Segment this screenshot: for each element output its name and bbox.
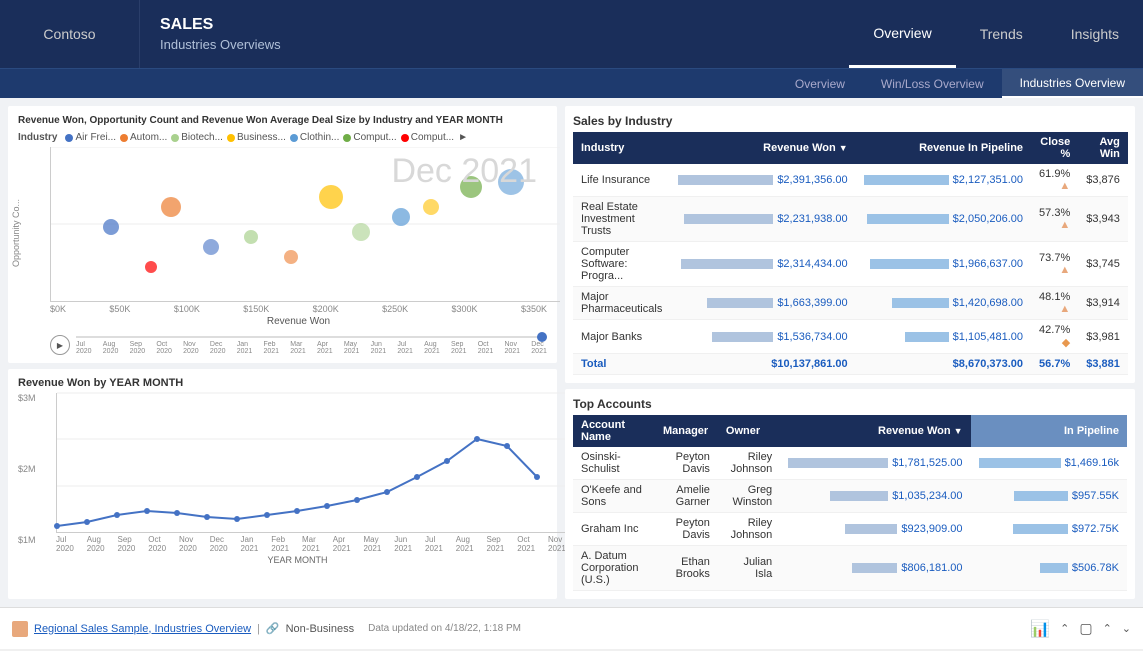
col-industry: Industry	[573, 132, 670, 164]
header: Contoso SALES Industries Overviews Overv…	[0, 0, 1143, 98]
logo-text: Contoso	[43, 26, 95, 42]
nav-insights[interactable]: Insights	[1047, 0, 1143, 68]
page-subtitle: Industries Overviews	[160, 37, 281, 52]
account-row: A. Datum Corporation (U.S.) Ethan Brooks…	[573, 546, 1127, 591]
footer: Regional Sales Sample, Industries Overvi…	[0, 607, 1143, 649]
industry-row: Computer Software: Progra... $2,314,434.…	[573, 242, 1128, 287]
footer-icon	[12, 621, 28, 637]
account-row: Osinski-Schulist Peyton Davis Riley John…	[573, 447, 1127, 480]
chart-icon[interactable]: 📊	[1030, 619, 1050, 639]
footer-updated: Data updated on 4/18/22, 1:18 PM	[368, 623, 521, 634]
legend-item-0: Air Frei...	[65, 132, 116, 143]
scatter-title: Revenue Won, Opportunity Count and Reven…	[18, 114, 547, 128]
col-owner: Owner	[718, 415, 780, 447]
subnav-winloss[interactable]: Win/Loss Overview	[863, 69, 1002, 98]
footer-meta-block: Data updated on 4/18/22, 1:18 PM	[368, 623, 521, 634]
subnav: Overview Win/Loss Overview Industries Ov…	[0, 68, 1143, 98]
legend-item-1: Autom...	[120, 132, 167, 143]
footer-tag: Non-Business	[286, 623, 354, 635]
right-panel: Sales by Industry Industry Revenue Won ▼…	[565, 98, 1143, 607]
top-accounts-card: Top Accounts Account Name Manager Owner …	[565, 389, 1135, 599]
col-close: Close %	[1031, 132, 1078, 164]
industry-row: Major Pharmaceuticals $1,663,399.00 $1,4…	[573, 287, 1128, 320]
logo: Contoso	[0, 0, 140, 68]
account-row: O'Keefe and Sons Amelie Garner Greg Wins…	[573, 480, 1127, 513]
industry-row: Major Banks $1,536,734.00 $1,105,481.00	[573, 320, 1128, 354]
legend-item-4: Clothin...	[290, 132, 339, 143]
nav-overview[interactable]: Overview	[849, 0, 955, 68]
chevron-up-icon-2[interactable]: ⌃	[1103, 622, 1112, 635]
sales-industry-table: Industry Revenue Won ▼ Revenue In Pipeli…	[573, 132, 1128, 375]
legend-item-3: Business...	[227, 132, 286, 143]
account-row: Graham Inc Peyton Davis Riley Johnson $9…	[573, 513, 1127, 546]
scatter-legend: Industry Air Frei... Autom... Biotech...…	[18, 132, 547, 143]
scatter-card: Revenue Won, Opportunity Count and Reven…	[8, 106, 557, 363]
line-chart-title: Revenue Won by YEAR MONTH	[18, 377, 547, 389]
line-x-label: YEAR MONTH	[56, 555, 539, 565]
sales-industry-title: Sales by Industry	[573, 114, 1127, 128]
chevron-down-icon[interactable]: ⌄	[1122, 622, 1131, 635]
col-pipeline: Revenue In Pipeline	[856, 132, 1031, 164]
footer-separator: |	[257, 623, 260, 635]
line-chart-svg	[56, 393, 565, 533]
scatter-x-label: Revenue Won	[50, 316, 547, 327]
big-date-label: Dec 2021	[391, 152, 537, 191]
col-rev-won[interactable]: Revenue Won ▼	[780, 415, 970, 447]
grid-icon[interactable]: ▢	[1079, 620, 1092, 637]
title-block: SALES Industries Overviews	[140, 0, 301, 68]
header-nav: Overview Trends Insights	[849, 0, 1143, 68]
top-accounts-title: Top Accounts	[573, 397, 1127, 411]
industry-row: Life Insurance $2,391,356.00 $2,127,351.…	[573, 164, 1128, 197]
col-revenue-won[interactable]: Revenue Won ▼	[670, 132, 855, 164]
col-in-pipeline: In Pipeline	[971, 415, 1127, 447]
scatter-y-label: Opportunity Co...	[18, 147, 46, 327]
legend-item-5: Comput...	[343, 132, 396, 143]
footer-nonbusiness-icon: 🔗	[266, 622, 280, 635]
top-accounts-table: Account Name Manager Owner Revenue Won ▼…	[573, 415, 1127, 591]
legend-item-6: Comput...	[401, 132, 454, 143]
legend-item-2: Biotech...	[171, 132, 223, 143]
sales-by-industry-card: Sales by Industry Industry Revenue Won ▼…	[565, 106, 1135, 383]
footer-icons: 📊 ⌃ ▢ ⌃ ⌄	[1030, 619, 1131, 639]
main-content: Revenue Won, Opportunity Count and Reven…	[0, 98, 1143, 607]
play-button[interactable]: ▶	[50, 335, 70, 355]
subnav-overview[interactable]: Overview	[777, 69, 863, 98]
industry-row: Real Estate Investment Trusts $2,231,938…	[573, 197, 1128, 242]
account-row: Pacocha LLC Amelie Garner Alicia Thomber…	[573, 591, 1127, 592]
app-title: SALES	[160, 16, 281, 34]
col-avgwin: Avg Win	[1078, 132, 1128, 164]
col-account: Account Name	[573, 415, 655, 447]
header-bar: Contoso SALES Industries Overviews Overv…	[0, 0, 1143, 68]
chevron-up-icon[interactable]: ⌃	[1060, 622, 1069, 635]
col-manager: Manager	[655, 415, 718, 447]
nav-trends[interactable]: Trends	[956, 0, 1047, 68]
accounts-table-wrap[interactable]: Account Name Manager Owner Revenue Won ▼…	[573, 415, 1127, 591]
line-chart-card: Revenue Won by YEAR MONTH $3M$2M$1M	[8, 369, 557, 599]
footer-report-link[interactable]: Regional Sales Sample, Industries Overvi…	[34, 623, 251, 635]
left-panel: Revenue Won, Opportunity Count and Reven…	[0, 98, 565, 607]
subnav-industries[interactable]: Industries Overview	[1002, 69, 1143, 98]
industry-total-row: Total $10,137,861.00 $8,670,373.00 56.7%…	[573, 354, 1128, 375]
legend-label: Industry	[18, 132, 57, 143]
